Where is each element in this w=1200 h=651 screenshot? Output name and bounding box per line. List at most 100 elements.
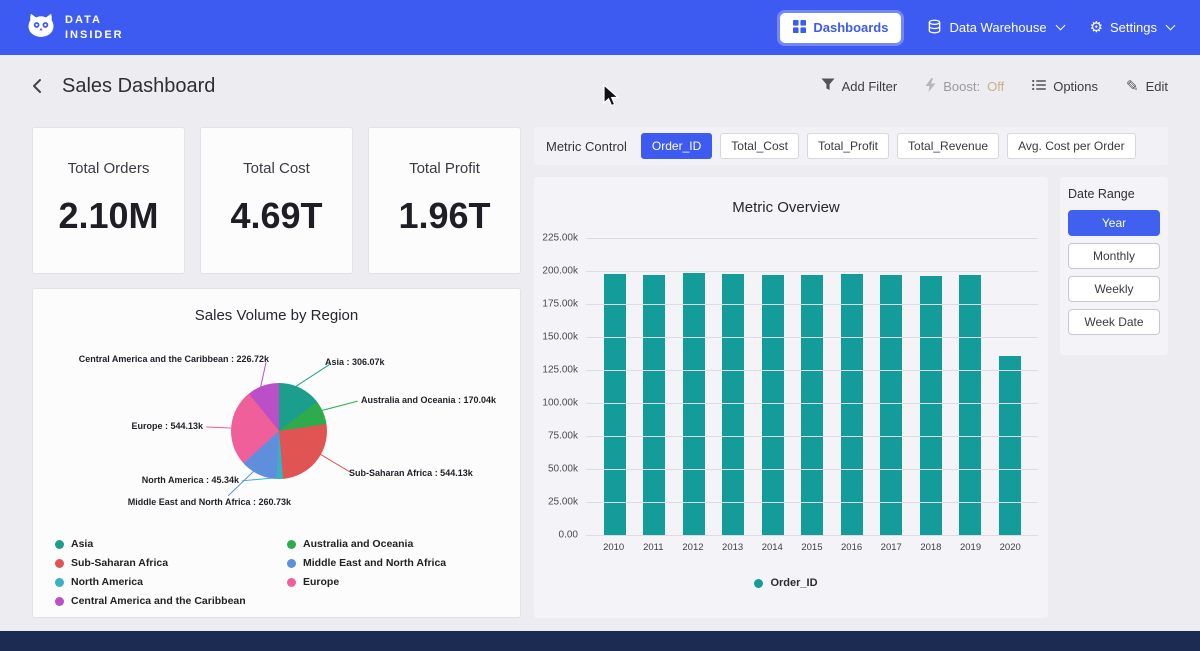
y-tick-label: 225.00k [542, 233, 578, 244]
pie-label-europe: Europe : 544.13k [33, 421, 203, 431]
y-tick-label: 50.00k [548, 464, 578, 475]
legend-dot [55, 559, 64, 568]
metric-control-label: Metric Control [546, 139, 627, 154]
pie-chart[interactable] [231, 383, 327, 479]
bar-2018[interactable] [920, 276, 942, 535]
metric-overview-chart-card: Metric Overview 0.0025.00k50.00k75.00k10… [534, 177, 1048, 618]
kpi-value: 4.69T [201, 195, 352, 237]
date-range-option-monthly[interactable]: Monthly [1068, 243, 1160, 269]
bar-2017[interactable] [880, 275, 902, 535]
metric-control-bar: Metric Control Order_ID Total_Cost Total… [534, 127, 1168, 165]
pie-legend-item[interactable]: Middle East and North Africa [287, 557, 520, 569]
options-button[interactable]: Options [1032, 79, 1098, 94]
add-filter-label: Add Filter [842, 79, 898, 94]
x-tick-label: 2010 [602, 542, 626, 553]
bar-2013[interactable] [722, 274, 744, 535]
bar-2012[interactable] [683, 273, 705, 535]
x-tick-label: 2013 [721, 542, 745, 553]
x-axis-labels: 2010201120122013201420152016201720182019… [586, 542, 1038, 553]
legend-dot [287, 540, 296, 549]
legend-label: North America [71, 576, 143, 588]
x-tick-label: 2011 [641, 542, 665, 553]
pie-legend-item[interactable]: Australia and Oceania [287, 538, 520, 550]
dashboard-header: Sales Dashboard Add Filter Boost: Off Op… [0, 55, 1200, 117]
bar-2020[interactable] [999, 356, 1021, 535]
y-tick-label: 75.00k [548, 431, 578, 442]
header-actions: Add Filter Boost: Off Options ✎ Edit [821, 77, 1168, 95]
bar-2011[interactable] [643, 275, 665, 535]
gridline [586, 535, 1038, 536]
settings-menu[interactable]: ⚙ Settings [1090, 20, 1174, 35]
chevron-down-icon [1166, 21, 1176, 31]
bar-chart-plot [586, 238, 1038, 535]
data-warehouse-label: Data Warehouse [949, 20, 1046, 35]
pie-legend-item[interactable]: North America [55, 576, 287, 588]
filter-funnel-icon [821, 78, 835, 94]
kpi-card-total-cost: Total Cost 4.69T [200, 127, 353, 274]
bar-series [586, 238, 1038, 535]
gridline [586, 238, 1038, 239]
pie-label-australia-oceania: Australia and Oceania : 170.04k [361, 395, 496, 405]
dashboards-grid-icon [793, 20, 806, 36]
edit-label: Edit [1146, 79, 1168, 94]
date-range-option-week-date[interactable]: Week Date [1068, 309, 1160, 335]
dashboards-button[interactable]: Dashboards [780, 13, 901, 43]
back-button[interactable] [32, 78, 42, 94]
x-tick-label: 2015 [800, 542, 824, 553]
data-warehouse-menu[interactable]: Data Warehouse [927, 19, 1063, 37]
kpi-label: Total Profit [369, 160, 520, 177]
boost-value: Off [987, 79, 1004, 94]
sales-volume-card: Sales Volume by Region Central America a… [32, 288, 521, 618]
gridline [586, 469, 1038, 470]
pie-legend-item[interactable]: Europe [287, 576, 520, 588]
pie-legend-item[interactable]: Central America and the Caribbean [55, 595, 287, 607]
metric-option-total-profit[interactable]: Total_Profit [807, 133, 889, 159]
brand-logo[interactable]: DATA INSIDER [26, 10, 124, 45]
metric-option-order-id[interactable]: Order_ID [641, 133, 712, 159]
x-tick-label: 2018 [919, 542, 943, 553]
pie-label-central-america: Central America and the Caribbean : 226.… [33, 354, 269, 364]
y-tick-label: 100.00k [542, 398, 578, 409]
kpi-value: 1.96T [369, 195, 520, 237]
pie-legend-item[interactable]: Asia [55, 538, 287, 550]
gear-icon: ⚙ [1090, 20, 1103, 35]
metric-option-total-cost[interactable]: Total_Cost [720, 133, 799, 159]
pie-label-north-america: North America : 45.34k [33, 475, 239, 485]
legend-label: Order_ID [770, 577, 817, 589]
pie-chart-legend: AsiaAustralia and OceaniaSub-Saharan Afr… [55, 538, 520, 607]
bar-2010[interactable] [604, 274, 626, 535]
settings-label: Settings [1110, 20, 1157, 35]
y-tick-label: 175.00k [542, 298, 578, 309]
gridline [586, 403, 1038, 404]
bar-2016[interactable] [841, 274, 863, 535]
date-range-option-weekly[interactable]: Weekly [1068, 276, 1160, 302]
pie-legend-item[interactable]: Sub-Saharan Africa [55, 557, 287, 569]
bar-2019[interactable] [959, 275, 981, 535]
legend-label: Central America and the Caribbean [71, 595, 246, 607]
y-tick-label: 200.00k [542, 265, 578, 276]
bar-2014[interactable] [762, 275, 784, 535]
legend-dot [55, 597, 64, 606]
boost-bolt-icon [925, 78, 936, 95]
chart-title: Metric Overview [534, 199, 1038, 216]
date-range-option-year[interactable]: Year [1068, 210, 1160, 236]
legend-dot [287, 578, 296, 587]
legend-label: Europe [303, 576, 339, 588]
chevron-down-icon [1055, 21, 1065, 31]
gridline [586, 502, 1038, 503]
legend-dot [55, 540, 64, 549]
metric-option-total-revenue[interactable]: Total_Revenue [897, 133, 999, 159]
dashboards-label: Dashboards [813, 20, 888, 35]
options-label: Options [1053, 79, 1098, 94]
bar-2015[interactable] [801, 275, 823, 535]
edit-button[interactable]: ✎ Edit [1126, 77, 1168, 95]
app-window: DATA INSIDER Dashboards Data Warehouse ⚙ [0, 0, 1200, 651]
date-range-label: Date Range [1068, 187, 1160, 201]
bar-chart-legend[interactable]: Order_ID [534, 577, 1038, 589]
boost-toggle[interactable]: Boost: Off [925, 78, 1004, 95]
metric-option-avg-cost-per-order[interactable]: Avg. Cost per Order [1007, 133, 1136, 159]
y-tick-label: 150.00k [542, 332, 578, 343]
legend-dot [754, 579, 763, 588]
pie-label-asia: Asia : 306.07k [325, 357, 385, 367]
add-filter-button[interactable]: Add Filter [821, 78, 898, 94]
